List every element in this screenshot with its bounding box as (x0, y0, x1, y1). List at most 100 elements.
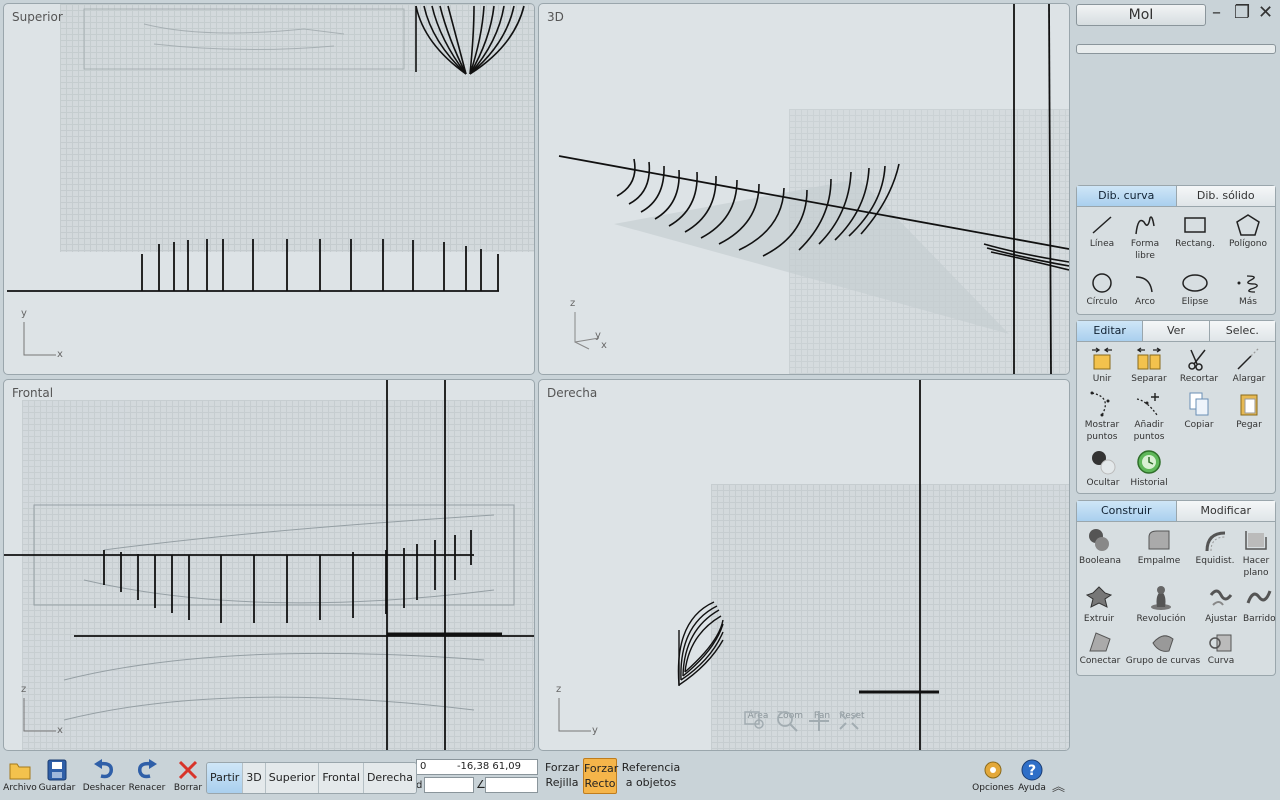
tab-modify[interactable]: Modificar (1176, 501, 1275, 521)
arc-tool[interactable]: Arco (1125, 272, 1165, 308)
fillet-tool[interactable]: Empalme (1137, 527, 1181, 567)
bottom-toolbar: Archivo Guardar Deshacer Renacer Borrar … (0, 754, 1072, 800)
offset-icon (1205, 531, 1226, 552)
revolve-tool[interactable]: Revolución (1135, 585, 1187, 625)
boolean-icon (1089, 529, 1109, 551)
tab-construct[interactable]: Construir (1077, 501, 1177, 521)
coordinate-input[interactable]: 0 -16,38 61,09 (416, 759, 538, 775)
distance-input[interactable] (424, 777, 474, 793)
delete-button[interactable]: Borrar (172, 758, 204, 793)
axis-label-h2: x (601, 340, 607, 351)
help-button[interactable]: ? Ayuda (1016, 758, 1048, 793)
circle-tool[interactable]: Círculo (1081, 272, 1123, 308)
curve-from-surface-tool[interactable]: Curva (1203, 631, 1239, 667)
viewport-top[interactable]: Superior y x (3, 3, 535, 375)
boolean-tool[interactable]: Booleana (1077, 527, 1123, 567)
rectangle-tool[interactable]: Rectang. (1171, 214, 1219, 250)
3d-view-geometry (558, 4, 1069, 374)
tab-select[interactable]: Selec. (1209, 321, 1275, 341)
coord-yz: -16,38 61,09 (456, 761, 521, 772)
line-tool[interactable]: Línea (1083, 214, 1121, 250)
view-split-button[interactable]: Partir (207, 763, 244, 793)
tab-edit[interactable]: Editar (1077, 321, 1144, 341)
loft-icon (1209, 589, 1233, 606)
polygon-icon (1236, 214, 1260, 236)
view-3d-button[interactable]: 3D (243, 763, 266, 793)
tool-label: Conectar (1079, 656, 1121, 666)
axis-label-v: z (570, 298, 576, 309)
planar-tool[interactable]: Hacer plano (1237, 527, 1275, 579)
extrude-tool[interactable]: Extruir (1079, 585, 1119, 625)
tool-label: Alargar (1232, 374, 1266, 384)
axis-label-v: z (21, 684, 27, 695)
file-label: Archivo (3, 783, 37, 793)
area-zoom-button[interactable]: Área (743, 710, 773, 729)
tool-label: Añadir puntos (1133, 420, 1165, 442)
collapse-chevron-icon[interactable]: ︽ (1052, 776, 1065, 795)
viewport-front[interactable]: Frontal z x (3, 379, 535, 751)
help-icon: ? (1021, 759, 1043, 781)
edit-tool-group: Editar Ver Selec. Unir Separar Recortar … (1076, 320, 1276, 494)
tool-label: Unir (1092, 374, 1112, 384)
object-snap-toggle[interactable]: Referencia a objetos (620, 760, 682, 790)
viewport-3d[interactable]: 3D z y x (538, 3, 1070, 375)
extend-tool[interactable]: Alargar (1227, 347, 1271, 385)
tab-draw-curve[interactable]: Dib. curva (1077, 186, 1177, 206)
join-tool[interactable]: Unir (1081, 347, 1123, 385)
angle-input[interactable] (485, 777, 538, 793)
viewport-title: Frontal (12, 386, 54, 400)
add-points-tool[interactable]: Añadir puntos (1127, 391, 1171, 443)
tool-label: Elipse (1181, 297, 1209, 307)
offset-tool[interactable]: Equidist. (1195, 527, 1235, 567)
tool-label: Hacer plano (1242, 556, 1270, 578)
view-right-button[interactable]: Derecha (363, 763, 416, 793)
sweep-tool[interactable]: Barrido (1243, 585, 1276, 625)
history-icon (1137, 450, 1161, 474)
history-tool[interactable]: Historial (1127, 449, 1171, 489)
ellipse-tool[interactable]: Elipse (1173, 272, 1217, 308)
straight-snap-toggle[interactable]: Forzar Recto (583, 758, 618, 794)
polygon-tool[interactable]: Polígono (1225, 214, 1271, 250)
minimize-icon[interactable]: – (1212, 2, 1221, 24)
loft-tool[interactable]: Ajustar (1201, 585, 1241, 625)
hide-tool[interactable]: Ocultar (1081, 449, 1125, 489)
copy-tool[interactable]: Copiar (1177, 391, 1221, 431)
view-front-button[interactable]: Frontal (319, 763, 364, 793)
undo-button[interactable]: Deshacer (82, 758, 126, 793)
arc-icon (1135, 276, 1153, 293)
save-label: Guardar (38, 783, 76, 793)
reset-view-button[interactable]: Reset (837, 710, 867, 730)
restore-icon[interactable]: ❐ (1234, 2, 1250, 24)
options-button[interactable]: Opciones (970, 758, 1016, 793)
file-button[interactable]: Archivo (2, 758, 38, 793)
zoom-icon (777, 711, 798, 732)
tool-label: Extruir (1083, 614, 1115, 624)
viewport-right[interactable]: Derecha z y Área Zoom Pan Reset (538, 379, 1070, 751)
separate-icon (1136, 347, 1162, 370)
save-button[interactable]: Guardar (38, 758, 76, 793)
zoom-button[interactable]: Zoom (775, 710, 805, 732)
tool-label: Mostrar puntos (1084, 420, 1120, 442)
network-icon (1089, 632, 1111, 652)
redo-button[interactable]: Renacer (128, 758, 166, 793)
svg-text:?: ? (1028, 763, 1036, 779)
freeform-tool[interactable]: Forma libre (1125, 214, 1165, 262)
trim-tool[interactable]: Recortar (1177, 347, 1221, 385)
tool-label: Pegar (1236, 420, 1262, 430)
pan-icon (809, 711, 829, 731)
tab-view[interactable]: Ver (1143, 321, 1210, 341)
more-curves-tool[interactable]: Más (1227, 272, 1269, 308)
network-tool[interactable]: Conectar (1077, 631, 1123, 667)
grid-snap-toggle[interactable]: Forzar Rejilla (545, 760, 579, 790)
view-top-button[interactable]: Superior (265, 763, 320, 793)
paste-tool[interactable]: Pegar (1227, 391, 1271, 431)
pan-button[interactable]: Pan (807, 710, 837, 731)
redo-icon (138, 759, 157, 779)
show-points-tool[interactable]: Mostrar puntos (1081, 391, 1123, 443)
line-icon (1092, 216, 1112, 234)
curve-group-tool[interactable]: Grupo de curvas (1125, 631, 1201, 667)
close-icon[interactable]: ✕ (1258, 2, 1273, 24)
grid-snap-line1: Forzar (545, 761, 580, 774)
tab-draw-solid[interactable]: Dib. sólido (1176, 186, 1275, 206)
separate-tool[interactable]: Separar (1127, 347, 1171, 385)
